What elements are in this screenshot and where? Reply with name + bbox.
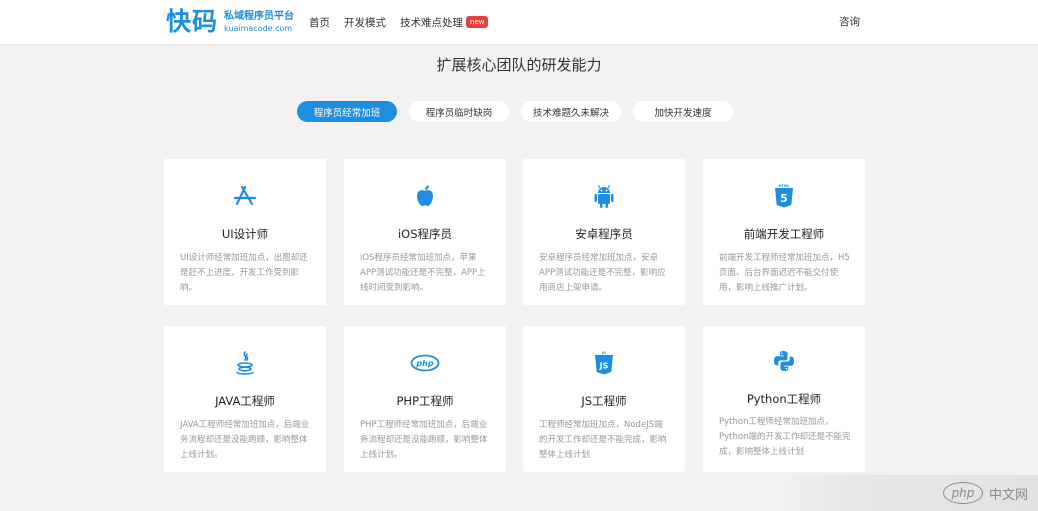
tab-overtime[interactable]: 程序员经常加班	[297, 101, 397, 122]
app-store-icon	[164, 183, 326, 209]
card-title: iOS程序员	[397, 227, 453, 241]
card-title: UI设计师	[221, 227, 269, 241]
logo-domain: kuaimacode.com	[224, 24, 293, 33]
android-icon	[523, 183, 685, 209]
card-description: Python工程师经常加班加点，Python端的开发工作却还是不能完成，影响整体…	[719, 417, 851, 457]
consult-link[interactable]: 咨询	[839, 0, 860, 44]
role-card-php[interactable]: php PHP工程师 PHP工程师经常加班加点，后端业务流程却还是没能跑顺，影响…	[344, 326, 506, 472]
card-title: 安卓程序员	[575, 227, 633, 241]
php-logo-icon: php	[942, 482, 983, 504]
card-description: 前端开发工程师经常加班加点，H5页面、后台界面迟迟不能交付使用，影响上线推广计划…	[719, 253, 850, 293]
site-watermark: php 中文网	[773, 475, 1038, 511]
new-badge: new	[466, 16, 489, 28]
card-description: 工程师经常加班加点，NodeJS端的开发工作却还是不能完成，影响整体上线计划	[539, 420, 667, 460]
tab-unsolved-problems[interactable]: 技术难题久未解决	[521, 101, 621, 122]
section-title: 扩展核心团队的研发能力	[436, 56, 602, 74]
js-icon: JS JS	[523, 350, 685, 376]
nav-item-label: 开发模式	[344, 16, 386, 29]
html5-icon: HTML 5	[703, 183, 865, 209]
logo-slogan: 私域程序员平台	[224, 11, 295, 22]
python-icon	[703, 348, 865, 374]
svg-text:JS: JS	[599, 362, 609, 371]
nav-item-label: 技术难点处理	[400, 16, 463, 29]
role-card-ui-designer[interactable]: UI设计师 UI设计师经常加班加点，出图却还是赶不上进度，开发工作受到影响。	[164, 159, 326, 305]
apple-icon	[344, 183, 506, 209]
role-card-ios[interactable]: iOS程序员 iOS程序员经常加班加点，苹果APP测试功能还是不完整，APP上线…	[344, 159, 506, 305]
top-header: 快码 私域程序员平台 kuaimacode.com 首页 开发模式 技术难点处理…	[0, 0, 1038, 44]
role-card-java[interactable]: JAVA工程师 JAVA工程师经常加班加点，后端业务流程却还是没能跑顺，影响整体…	[164, 326, 326, 472]
card-description: UI设计师经常加班加点，出图却还是赶不上进度，开发工作受到影响。	[180, 253, 308, 293]
role-card-python[interactable]: Python工程师 Python工程师经常加班加点，Python端的开发工作却还…	[703, 326, 865, 472]
logo-subtext: 私域程序员平台 kuaimacode.com	[224, 10, 294, 34]
nav-item-dev-mode[interactable]: 开发模式	[344, 15, 386, 30]
card-title: 前端开发工程师	[743, 227, 825, 241]
card-description: PHP工程师经常加班加点，后端业务流程却还是没能跑顺，影响整体上线计划。	[360, 420, 488, 460]
card-description: 安卓程序员经常加班加点，安卓APP测试功能还是不完整，影响应用商店上架申请。	[539, 253, 666, 293]
nav-item-label: 首页	[309, 16, 330, 29]
svg-text:php: php	[415, 359, 433, 368]
card-description: JAVA工程师经常加班加点，后端业务流程却还是没能跑顺，影响整体上线计划。	[180, 420, 310, 460]
card-title: PHP工程师	[396, 394, 454, 408]
logo-main-text: 快码	[166, 7, 219, 36]
java-icon	[164, 350, 326, 376]
watermark-text: 中文网	[988, 487, 1028, 503]
card-title: Python工程师	[746, 392, 822, 406]
role-card-js[interactable]: JS JS JS工程师 工程师经常加班加点，NodeJS端的开发工作却还是不能完成…	[523, 326, 685, 472]
php-icon: php	[344, 350, 506, 376]
tab-temporary-shortage[interactable]: 程序员临时缺岗	[409, 101, 509, 122]
nav-item-tech-difficulty[interactable]: 技术难点处理 new	[400, 15, 489, 30]
main-nav: 首页 开发模式 技术难点处理 new	[309, 0, 502, 44]
svg-text:JS: JS	[601, 351, 606, 355]
card-title: JS工程师	[581, 394, 627, 408]
card-description: iOS程序员经常加班加点，苹果APP测试功能还是不完整，APP上线时间受到影响。	[360, 253, 486, 293]
tab-speed-up[interactable]: 加快开发速度	[633, 101, 733, 122]
site-logo[interactable]: 快码 私域程序员平台 kuaimacode.com	[166, 7, 294, 37]
svg-text:HTML: HTML	[778, 184, 790, 188]
role-card-android[interactable]: 安卓程序员 安卓程序员经常加班加点，安卓APP测试功能还是不完整，影响应用商店上…	[523, 159, 685, 305]
role-card-frontend[interactable]: HTML 5 前端开发工程师 前端开发工程师经常加班加点，H5页面、后台界面迟迟不…	[703, 159, 865, 305]
svg-text:5: 5	[780, 192, 788, 205]
nav-item-home[interactable]: 首页	[309, 15, 330, 30]
scenario-tabs: 程序员经常加班 程序员临时缺岗 技术难题久未解决 加快开发速度	[297, 101, 745, 122]
card-title: JAVA工程师	[215, 394, 275, 408]
